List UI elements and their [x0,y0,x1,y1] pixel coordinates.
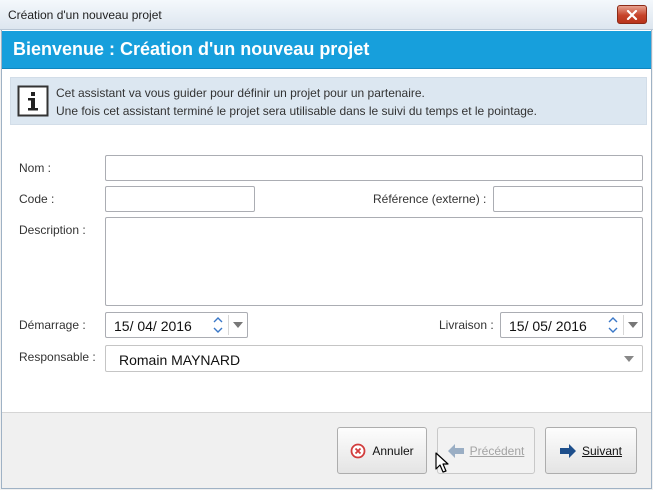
info-line-1: Cet assistant va vous guider pour défini… [56,86,425,100]
cancel-circle-icon [350,443,366,458]
info-icon [17,85,49,117]
livraison-dropdown-button[interactable] [623,315,641,335]
close-icon [626,9,638,20]
demarrage-date-picker[interactable]: 15/ 04/ 2016 [105,312,248,338]
demarrage-spinner-icon[interactable] [212,315,224,335]
nom-input[interactable] [106,156,642,180]
code-label: Code : [19,192,55,206]
reference-input[interactable] [494,187,642,211]
info-panel: Cet assistant va vous guider pour défini… [10,77,647,125]
responsable-select[interactable]: Romain MAYNARD [105,345,643,372]
title-bar: Création d'un nouveau projet [0,0,653,30]
livraison-label: Livraison : [439,318,494,332]
description-label: Description : [19,223,86,237]
chevron-down-icon[interactable] [624,356,634,362]
mouse-cursor-icon [435,452,449,473]
suivant-label: Suivant [581,443,623,458]
reference-label: Référence (externe) : [373,192,487,206]
wizard-banner: Bienvenue : Création d'un nouveau projet [2,31,651,69]
info-line-2: Une fois cet assistant terminé le projet… [56,104,537,118]
code-field-box [105,186,255,212]
window-title: Création d'un nouveau projet [8,8,162,22]
wizard-footer: Annuler Précédent Suivant [2,412,651,488]
chevron-down-icon [232,322,243,328]
description-textarea[interactable] [106,218,642,305]
precedent-button[interactable]: Précédent [437,427,535,474]
code-input[interactable] [106,187,254,211]
reference-field-box [493,186,643,212]
livraison-date-value[interactable]: 15/ 05/ 2016 [509,318,587,334]
responsable-label: Responsable : [19,350,96,364]
close-button[interactable] [617,5,647,24]
banner-heading: Bienvenue : Création d'un nouveau projet [13,39,370,59]
livraison-spinner-icon[interactable] [607,315,619,335]
nom-field-box [105,155,643,181]
wizard-window: Bienvenue : Création d'un nouveau projet… [1,30,652,489]
arrow-right-icon [559,443,576,458]
nom-label: Nom : [19,161,52,175]
suivant-button[interactable]: Suivant [545,427,637,474]
chevron-down-icon [627,322,638,328]
demarrage-label: Démarrage : [19,318,86,332]
annuler-label: Annuler [372,443,414,458]
responsable-value: Romain MAYNARD [119,352,241,368]
demarrage-date-value[interactable]: 15/ 04/ 2016 [114,318,192,334]
livraison-date-picker[interactable]: 15/ 05/ 2016 [500,312,643,338]
annuler-button[interactable]: Annuler [337,427,427,474]
description-field-box [105,217,643,306]
precedent-label: Précédent [469,443,525,458]
demarrage-dropdown-button[interactable] [228,315,246,335]
